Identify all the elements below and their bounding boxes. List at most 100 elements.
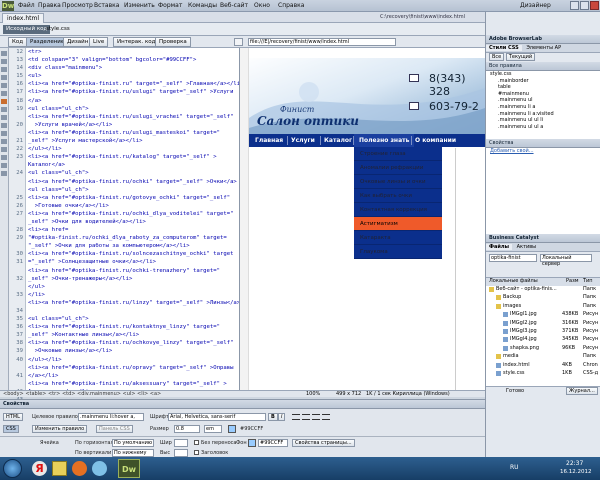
code-line[interactable]: <ul class="ul_ch">	[26, 315, 239, 323]
remove-comment-icon[interactable]	[1, 131, 7, 136]
related-source-code[interactable]: Исходный код	[3, 25, 51, 34]
width-input[interactable]	[174, 439, 188, 447]
html-mode-button[interactable]: HTML	[3, 413, 23, 421]
header-checkbox[interactable]	[194, 450, 199, 455]
code-line[interactable]: <li><a href="#optika-finist.ru/ochki" ta…	[26, 178, 239, 186]
inspect-button[interactable]: Проверка	[155, 37, 191, 47]
live-view-button[interactable]: Live	[89, 37, 109, 47]
file-name[interactable]: shapka.png	[510, 345, 539, 352]
font-size-input[interactable]: 0.8	[174, 425, 200, 433]
css-rules-tree[interactable]: style.css .mainborder table #mainmenu .mainm…	[486, 71, 600, 139]
tag-selector[interactable]: <body> <table> <tr> <td> <div.mainmenu> …	[0, 390, 240, 397]
nav-useful[interactable]: Полезно знать	[354, 134, 415, 147]
language-indicator[interactable]: RU	[510, 464, 519, 471]
code-line[interactable]: _self" >Очки-тренажеры</a></li>	[26, 275, 239, 283]
align-left-icon[interactable]	[292, 414, 300, 420]
file-name[interactable]: IMGgl4.jpg	[510, 336, 537, 343]
log-button[interactable]: Журнал...	[566, 387, 598, 395]
code-editor[interactable]: <tr> <td colspan="3" valign="bottom" bgco…	[26, 48, 240, 396]
window-size[interactable]: 499 x 712	[336, 391, 361, 397]
code-line[interactable]: >Готовые очки</a></li>	[26, 202, 239, 210]
highlight-invalid-icon[interactable]	[1, 107, 7, 112]
format-source-icon[interactable]	[1, 171, 7, 176]
bold-button[interactable]: B	[268, 413, 278, 421]
file-row[interactable]: IMGgl4.jpg 345KB Рисун	[486, 336, 600, 344]
zoom-level[interactable]: 100%	[306, 391, 320, 397]
css-rule-item[interactable]: .mainmenu li a	[490, 104, 600, 111]
code-line[interactable]: <li><a href="#optika-finist.ru/ochkovye_…	[26, 339, 239, 347]
height-input[interactable]	[174, 449, 188, 457]
select-parent-tag-icon[interactable]	[1, 83, 7, 88]
code-line[interactable]: <li><a href="#optika-finist.ru/ochki-tre…	[26, 267, 239, 275]
code-line[interactable]: "#optika-finist.ru/ochki_dlya_raboty_za_…	[26, 234, 239, 242]
code-line[interactable]: <li><a href="#optika-finist.ru/kontaktny…	[26, 323, 239, 331]
menu-file[interactable]: Файл	[18, 2, 35, 9]
add-property-link[interactable]: Добавить свой...	[486, 148, 600, 234]
css-rule-item[interactable]: table	[490, 84, 600, 91]
tab-assets[interactable]: Активы	[514, 244, 540, 250]
tab-index-html[interactable]: index.html	[2, 13, 44, 23]
design-view-button[interactable]: Дизайн	[63, 37, 93, 47]
horizontal-select[interactable]: По умолчанию	[112, 439, 154, 447]
file-name[interactable]: Backup	[503, 294, 521, 301]
file-name[interactable]: media	[503, 353, 519, 360]
tab-files[interactable]: Файлы	[486, 244, 513, 250]
syntax-coloring-icon[interactable]	[1, 115, 7, 120]
bg-color-input[interactable]: #99CCFF	[258, 439, 288, 447]
code-line[interactable]: <li><a href="#optika-finist.ru/solncezas…	[26, 250, 239, 258]
code-line[interactable]: >Очковые линзы</a></li>	[26, 347, 239, 355]
code-line[interactable]: _self" >Очки для водителей</a></li>	[26, 218, 239, 226]
collapse-tag-icon[interactable]	[1, 59, 7, 64]
code-line[interactable]: </ul></li>	[26, 145, 239, 153]
type-col[interactable]: Тип	[583, 278, 593, 285]
code-line[interactable]: Каталог</a>	[26, 161, 239, 169]
nav-home[interactable]: Главная	[255, 134, 283, 147]
file-name[interactable]: IMGgl3.jpg	[510, 328, 537, 335]
menu-format[interactable]: Формат	[158, 2, 182, 9]
minimize-button[interactable]	[570, 1, 579, 10]
code-line[interactable]: _self" >Контактные линзы</a></li>	[26, 331, 239, 339]
code-line[interactable]: </li>	[26, 291, 239, 299]
server-select[interactable]: Локальный сервер	[540, 254, 592, 267]
code-line[interactable]: <li><a href=	[26, 226, 239, 234]
css-rule-item[interactable]: style.css	[490, 71, 600, 78]
design-view[interactable]: Финист Салон оптики 8(343) 328 603-79-2 …	[240, 48, 485, 390]
dropdown-item[interactable]: Астигматизм	[354, 217, 442, 231]
code-line[interactable]: <ul class="ul_ch">	[26, 105, 239, 113]
code-line[interactable]: <td colspan="3" valign="bottom" bgcolor=…	[26, 56, 239, 64]
clock-time[interactable]: 22:37	[566, 460, 583, 467]
file-name[interactable]: IMGgl2.jpg	[510, 320, 537, 327]
business-catalyst-panel[interactable]: Business Catalyst	[486, 234, 600, 243]
open-documents-icon[interactable]	[1, 51, 7, 56]
dropdown-item[interactable]: Очковые линзы и очки	[354, 175, 442, 189]
code-line[interactable]: <div class="mainmenu">	[26, 64, 239, 72]
file-name[interactable]: Веб-сайт - optika-finis...	[496, 286, 557, 293]
nav-about[interactable]: О компании	[415, 134, 456, 147]
tab-all[interactable]: Все	[489, 53, 505, 61]
indent-code-icon[interactable]	[1, 155, 7, 160]
size-col[interactable]: Разм	[566, 278, 579, 285]
css-mode-button[interactable]: CSS	[3, 425, 19, 433]
dropdown-item[interactable]: Как выбрать очки	[354, 189, 442, 203]
align-right-icon[interactable]	[312, 414, 320, 420]
code-line[interactable]: <li><a href="#optika-finist.ru/aksessuar…	[26, 380, 239, 388]
code-view-button[interactable]: Код	[8, 37, 28, 47]
file-row[interactable]: shapka.png 96KB Рисун	[486, 345, 600, 353]
align-center-icon[interactable]	[302, 414, 310, 420]
local-files-col[interactable]: Локальные файлы	[489, 278, 538, 285]
file-row[interactable]: images Папк	[486, 303, 600, 311]
tab-current[interactable]: Текущий	[505, 53, 536, 61]
code-line[interactable]: </a></li>	[26, 372, 239, 380]
refresh-icon[interactable]	[234, 38, 243, 46]
file-row[interactable]: IMGgl2.jpg 316KB Рисун	[486, 320, 600, 328]
apply-comment-icon[interactable]	[1, 123, 7, 128]
files-tree[interactable]: Веб-сайт - optika-finis... Папк Backup Папк…	[486, 286, 600, 386]
code-line[interactable]: <li><a href="#optika-finist.ru/ochki_dly…	[26, 210, 239, 218]
code-line[interactable]: <li><a href="#optika-finist.ru/gotovye_o…	[26, 194, 239, 202]
code-line[interactable]: <li><a href="#optika-finist.ru" target="…	[26, 80, 239, 88]
browserlab-panel[interactable]: Adobe BrowserLab	[486, 35, 600, 44]
menu-modify[interactable]: Изменить	[124, 2, 155, 9]
live-code-button[interactable]: Интерак. код	[113, 37, 160, 47]
file-name[interactable]: IMGgl1.jpg	[510, 311, 537, 318]
address-input[interactable]: file:///E|/recovery/finist/www/index.htm…	[248, 38, 396, 46]
